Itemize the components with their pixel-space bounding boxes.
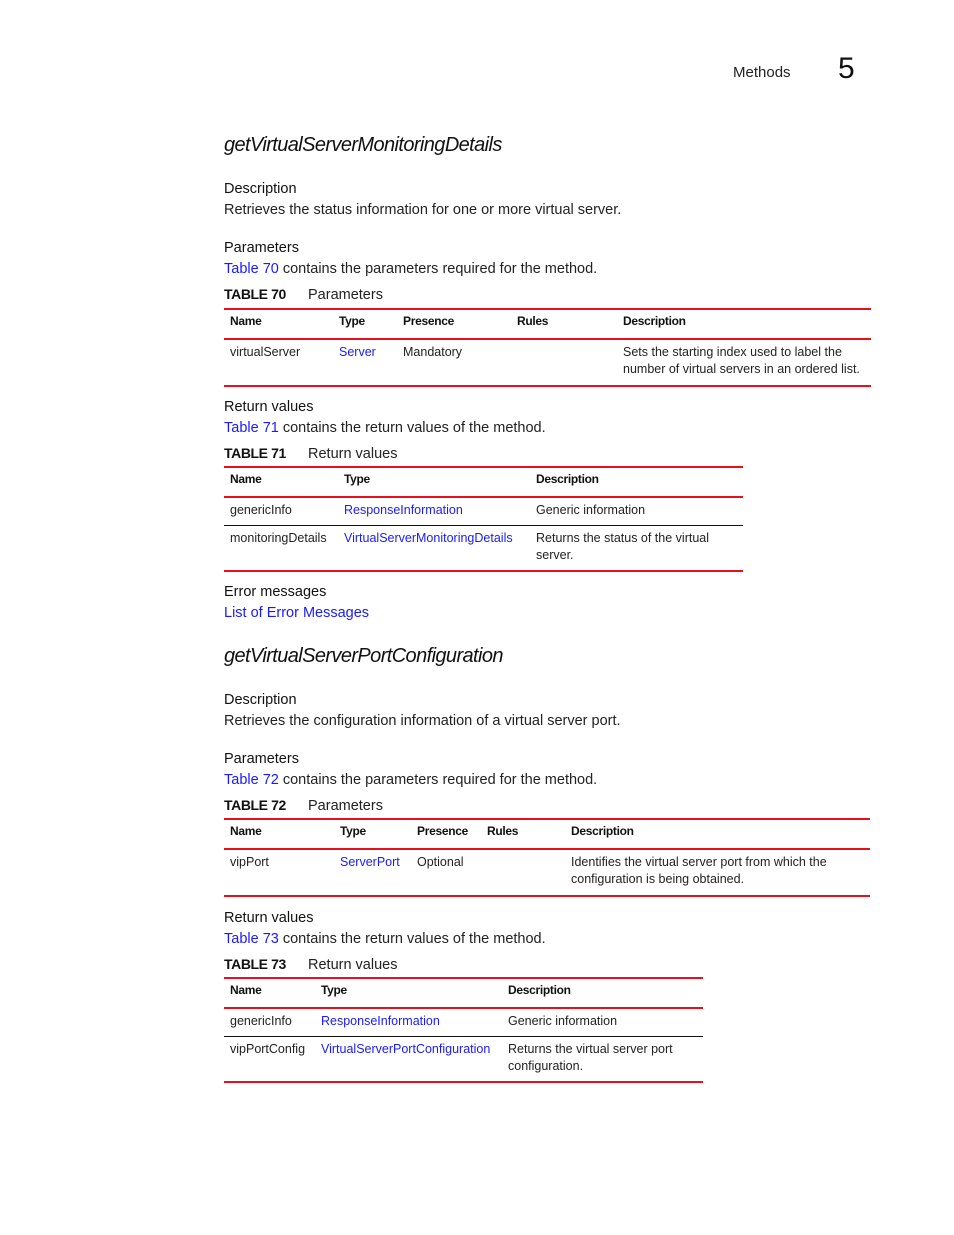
column-header: Type [333,308,397,340]
table-row: virtualServer Server Mandatory Sets the … [224,339,871,387]
return-description: Generic information [530,497,743,526]
parameters-table-72: Name Type Presence Rules Description vip… [224,818,870,897]
return-values-intro: Table 71 contains the return values of t… [224,420,546,436]
return-type-link[interactable]: VirtualServerMonitoringDetails [344,531,513,545]
return-type-link[interactable]: VirtualServerPortConfiguration [321,1042,490,1056]
return-type-cell: ResponseInformation [338,497,530,526]
table-caption-label: Parameters [308,798,383,814]
return-type-cell: VirtualServerPortConfiguration [315,1036,502,1083]
table-caption: TABLE 73 Return values [224,956,397,973]
parameters-table-70: Name Type Presence Rules Description vir… [224,308,871,387]
description-heading: Description [224,181,297,197]
table-caption: TABLE 71 Return values [224,445,397,462]
table-71-link[interactable]: Table 71 [224,420,279,436]
column-header: Presence [397,308,511,340]
param-rules [511,339,617,387]
return-values-heading: Return values [224,399,314,415]
return-values-table-73: Name Type Description genericInfo Respon… [224,977,703,1083]
return-name: genericInfo [224,497,338,526]
column-header: Type [334,818,411,850]
param-type-link[interactable]: ServerPort [340,855,400,869]
column-header: Name [224,466,338,498]
parameters-intro-text: contains the parameters required for the… [278,772,598,788]
param-type-cell: Server [333,339,397,387]
column-header: Description [530,466,743,498]
error-messages-link[interactable]: List of Error Messages [224,605,369,621]
parameters-intro-text: contains the parameters required for the… [278,261,598,277]
description-text: Retrieves the configuration information … [224,713,621,729]
table-caption: TABLE 72 Parameters [224,797,383,814]
return-values-table-71: Name Type Description genericInfo Respon… [224,466,743,572]
return-description: Generic information [502,1008,703,1037]
column-header: Type [315,977,502,1009]
table-caption-label: Return values [308,446,398,462]
return-name: genericInfo [224,1008,315,1037]
table-row: genericInfo ResponseInformation Generic … [224,1008,703,1037]
table-row: vipPort ServerPort Optional Identifies t… [224,849,870,897]
table-72-link[interactable]: Table 72 [224,772,279,788]
column-header: Rules [511,308,617,340]
param-description: Identifies the virtual server port from … [565,849,870,897]
param-name: virtualServer [224,339,333,387]
column-header: Rules [481,818,565,850]
return-name: vipPortConfig [224,1036,315,1083]
return-values-heading: Return values [224,910,314,926]
description-heading: Description [224,692,297,708]
running-head: Methods [733,64,791,81]
table-number: TABLE 73 [224,956,286,972]
column-header: Name [224,818,334,850]
table-caption: TABLE 70 Parameters [224,286,383,303]
table-number: TABLE 71 [224,445,286,461]
parameters-heading: Parameters [224,240,299,256]
error-messages-heading: Error messages [224,584,327,600]
table-row: vipPortConfig VirtualServerPortConfigura… [224,1036,703,1083]
column-header: Name [224,977,315,1009]
return-description: Returns the status of the virtual server… [530,525,743,572]
param-presence: Mandatory [397,339,511,387]
return-name: monitoringDetails [224,525,338,572]
table-row: monitoringDetails VirtualServerMonitorin… [224,525,743,572]
return-type-cell: VirtualServerMonitoringDetails [338,525,530,572]
return-values-intro: Table 73 contains the return values of t… [224,931,546,947]
table-number: TABLE 70 [224,286,286,302]
param-presence: Optional [411,849,481,897]
method-title: getVirtualServerMonitoringDetails [224,134,502,156]
param-rules [481,849,565,897]
description-text: Retrieves the status information for one… [224,202,622,218]
column-header: Type [338,466,530,498]
parameters-intro: Table 72 contains the parameters require… [224,772,597,788]
column-header: Description [617,308,871,340]
table-header-row: Name Type Description [224,977,703,1009]
table-caption-label: Return values [308,957,398,973]
param-description: Sets the starting index used to label th… [617,339,871,387]
column-header: Description [502,977,703,1009]
return-type-link[interactable]: ResponseInformation [344,503,463,517]
method-title: getVirtualServerPortConfiguration [224,645,503,667]
table-row: genericInfo ResponseInformation Generic … [224,497,743,526]
parameters-heading: Parameters [224,751,299,767]
column-header: Presence [411,818,481,850]
return-type-link[interactable]: ResponseInformation [321,1014,440,1028]
chapter-number: 5 [838,52,855,85]
table-73-link[interactable]: Table 73 [224,931,279,947]
return-values-intro-text: contains the return values of the method… [278,931,546,947]
table-header-row: Name Type Presence Rules Description [224,818,870,850]
return-type-cell: ResponseInformation [315,1008,502,1037]
parameters-intro: Table 70 contains the parameters require… [224,261,597,277]
column-header: Name [224,308,333,340]
table-70-link[interactable]: Table 70 [224,261,279,277]
return-values-intro-text: contains the return values of the method… [278,420,546,436]
table-header-row: Name Type Presence Rules Description [224,308,871,340]
table-number: TABLE 72 [224,797,286,813]
column-header: Description [565,818,870,850]
param-type-link[interactable]: Server [339,345,376,359]
table-header-row: Name Type Description [224,466,743,498]
param-type-cell: ServerPort [334,849,411,897]
return-description: Returns the virtual server port configur… [502,1036,703,1083]
param-name: vipPort [224,849,334,897]
table-caption-label: Parameters [308,287,383,303]
